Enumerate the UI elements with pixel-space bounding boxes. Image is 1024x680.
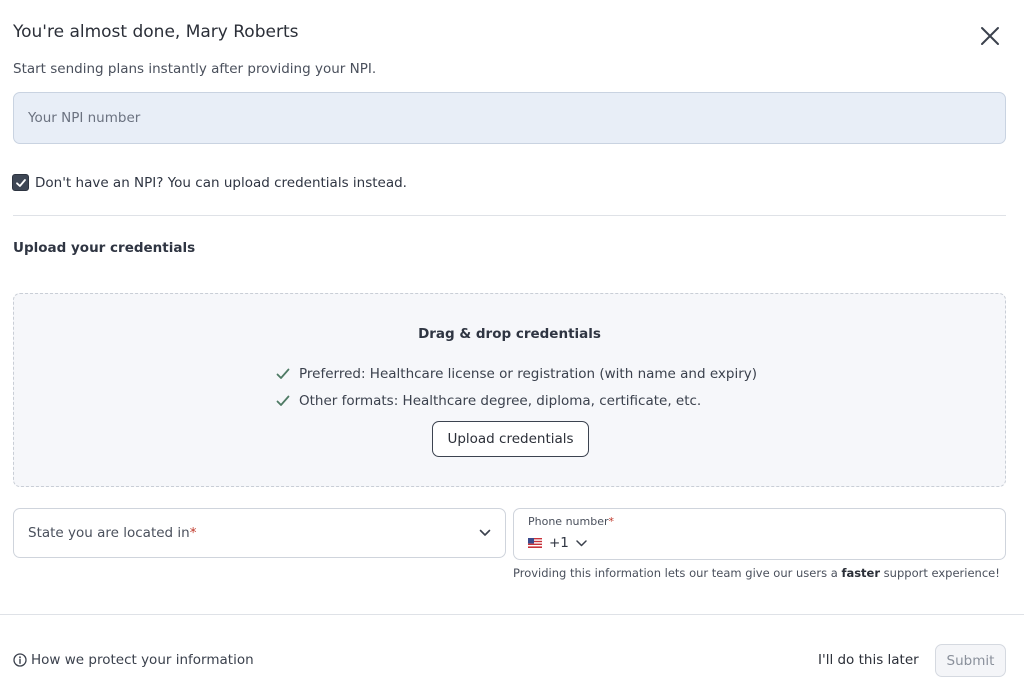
phone-field[interactable]: Phone number* +1 — [513, 508, 1006, 560]
chevron-down-icon — [479, 529, 491, 536]
phone-helper-text: Providing this information lets our team… — [513, 566, 1000, 580]
protect-info-label: How we protect your information — [31, 652, 254, 668]
credentials-dropzone[interactable]: Drag & drop credentials Preferred: Healt… — [13, 293, 1006, 487]
phone-label: Phone number* — [528, 515, 615, 528]
page-subtitle: Start sending plans instantly after prov… — [13, 61, 377, 77]
no-npi-checkbox[interactable] — [12, 174, 29, 191]
list-item-text: Preferred: Healthcare license or registr… — [299, 365, 758, 382]
info-icon — [13, 653, 27, 667]
footer-divider — [0, 614, 1024, 615]
no-npi-checkbox-row[interactable]: Don't have an NPI? You can upload creden… — [12, 174, 407, 191]
submit-button[interactable]: Submit — [935, 644, 1006, 677]
required-mark: * — [189, 525, 197, 541]
list-item: Preferred: Healthcare license or registr… — [276, 360, 757, 387]
country-code: +1 — [549, 535, 569, 551]
check-icon — [276, 368, 290, 379]
state-select-label: State you are located in* — [28, 525, 197, 541]
phone-input[interactable] — [606, 533, 986, 555]
credential-formats-list: Preferred: Healthcare license or registr… — [276, 360, 757, 414]
close-button[interactable] — [976, 22, 1004, 50]
do-later-button[interactable]: I'll do this later — [818, 652, 919, 668]
chevron-down-icon — [576, 539, 587, 546]
protect-info-link[interactable]: How we protect your information — [13, 652, 254, 668]
dropzone-title: Drag & drop credentials — [418, 326, 601, 342]
check-icon — [276, 395, 290, 406]
helper-bold: faster — [841, 566, 881, 580]
list-item: Other formats: Healthcare degree, diplom… — [276, 387, 757, 414]
checkmark-icon — [15, 178, 26, 187]
list-item-text: Other formats: Healthcare degree, diplom… — [299, 392, 702, 409]
country-code-picker[interactable]: +1 — [528, 535, 587, 551]
us-flag-icon — [528, 538, 542, 548]
close-icon — [981, 27, 999, 45]
section-divider — [13, 215, 1006, 216]
no-npi-label: Don't have an NPI? You can upload creden… — [35, 174, 407, 191]
credentials-section-title: Upload your credentials — [13, 240, 196, 256]
upload-credentials-button[interactable]: Upload credentials — [432, 421, 589, 457]
page-title: You're almost done, Mary Roberts — [13, 22, 299, 42]
state-select[interactable]: State you are located in* — [13, 508, 506, 558]
npi-input[interactable] — [13, 92, 1006, 144]
required-mark: * — [608, 515, 615, 528]
